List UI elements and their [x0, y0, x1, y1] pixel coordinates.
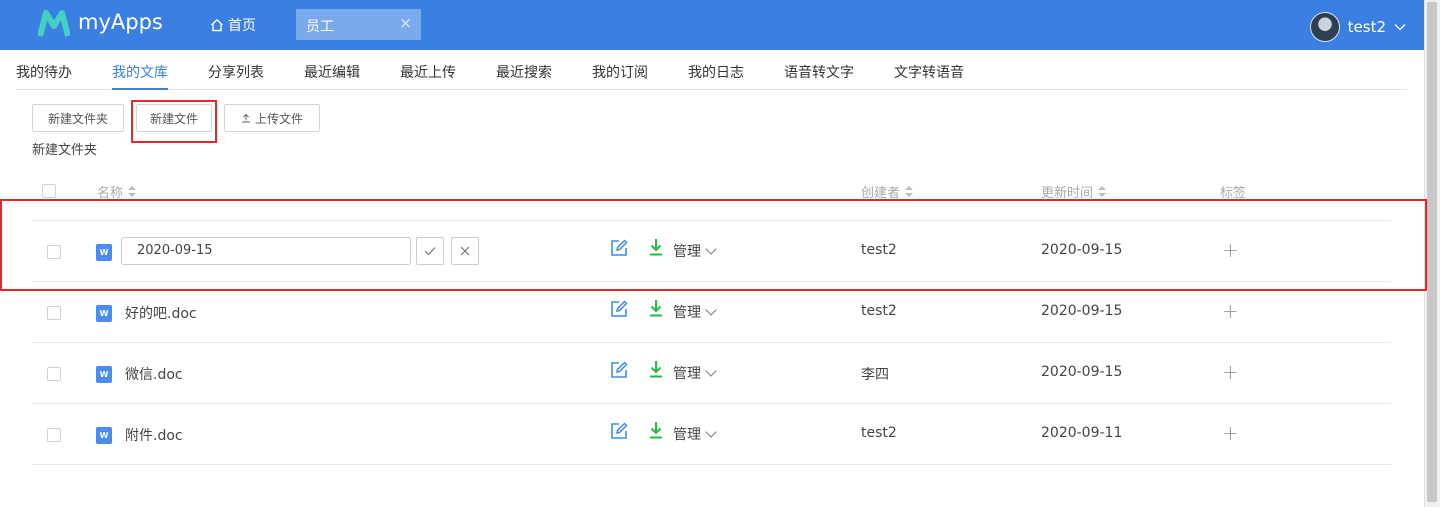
tab-recent-search[interactable]: 最近搜索	[496, 62, 552, 82]
updated-cell: 2020-09-15	[1041, 303, 1123, 319]
close-icon	[460, 246, 470, 256]
new-folder-button[interactable]: 新建文件夹	[32, 104, 124, 132]
download-icon[interactable]	[649, 299, 663, 317]
table-header: 名称 创建者 更新时间 标签	[32, 173, 1391, 221]
updated-cell: 2020-09-15	[1041, 364, 1123, 380]
row-checkbox[interactable]	[47, 245, 61, 259]
confirm-button[interactable]	[416, 237, 444, 265]
file-name[interactable]: 附件.doc	[125, 425, 183, 445]
add-tag-icon[interactable]: +	[1222, 238, 1239, 262]
tab-share-list[interactable]: 分享列表	[208, 62, 264, 82]
new-file-label: 新建文件	[149, 111, 198, 126]
add-tag-icon[interactable]: +	[1222, 360, 1239, 384]
row-checkbox[interactable]	[47, 367, 61, 381]
top-bar: myApps 首页 员工 × test2	[0, 0, 1424, 50]
rename-input[interactable]: 2020-09-15	[121, 237, 411, 265]
tab-speech-to-text[interactable]: 语音转文字	[784, 62, 854, 82]
manage-dropdown[interactable]: 管理	[673, 241, 717, 261]
column-tags-label: 标签	[1220, 186, 1247, 201]
scrollbar-thumb[interactable]	[1427, 2, 1437, 502]
upload-file-label: 上传文件	[254, 111, 303, 126]
file-name[interactable]: 好的吧.doc	[125, 303, 197, 323]
row-checkbox[interactable]	[47, 306, 61, 320]
close-icon[interactable]: ×	[399, 14, 412, 32]
tab-todo[interactable]: 我的待办	[16, 62, 72, 82]
manage-dropdown[interactable]: 管理	[673, 363, 717, 383]
column-updated-label: 更新时间	[1041, 186, 1094, 201]
tab-employee-label: 员工	[306, 19, 334, 35]
scrollbar[interactable]	[1424, 0, 1440, 507]
manage-label: 管理	[673, 427, 701, 443]
manage-dropdown[interactable]: 管理	[673, 424, 717, 444]
table-row[interactable]: W 微信.doc 管理 李四 2020-09-15 +	[32, 343, 1391, 404]
row-checkbox[interactable]	[47, 428, 61, 442]
home-tab-label: 首页	[228, 18, 256, 34]
creator-cell: 李四	[861, 367, 889, 383]
home-tab[interactable]: 首页	[210, 15, 256, 35]
tab-employee[interactable]: 员工 ×	[296, 9, 421, 40]
tab-recent-upload[interactable]: 最近上传	[400, 62, 456, 82]
tab-recent-edit[interactable]: 最近编辑	[304, 62, 360, 82]
add-tag-icon[interactable]: +	[1222, 299, 1239, 323]
manage-label: 管理	[673, 366, 701, 382]
word-doc-icon: W	[96, 366, 112, 383]
updated-cell: 2020-09-11	[1041, 425, 1123, 441]
add-tag-icon[interactable]: +	[1222, 421, 1239, 445]
column-updated[interactable]: 更新时间	[1041, 182, 1107, 201]
avatar	[1309, 12, 1340, 42]
column-name[interactable]: 名称	[97, 182, 137, 201]
word-doc-icon: W	[96, 305, 112, 322]
chevron-down-icon	[705, 364, 717, 377]
home-icon	[211, 18, 223, 32]
table-row[interactable]: W 好的吧.doc 管理 test2 2020-09-15 +	[32, 282, 1391, 343]
download-icon[interactable]	[649, 360, 663, 378]
library-tabs: 我的待办 我的文库 分享列表 最近编辑 最近上传 最近搜索 我的订阅 我的日志 …	[16, 50, 1407, 90]
tab-my-library[interactable]: 我的文库	[112, 62, 168, 90]
download-icon[interactable]	[649, 238, 663, 256]
sort-icon[interactable]	[128, 186, 137, 197]
tab-subscriptions[interactable]: 我的订阅	[592, 62, 648, 82]
updated-cell: 2020-09-15	[1041, 242, 1123, 258]
select-all-checkbox[interactable]	[42, 184, 56, 198]
manage-label: 管理	[673, 305, 701, 321]
chevron-down-icon	[1394, 24, 1406, 31]
new-folder-label: 新建文件夹	[47, 111, 108, 126]
check-icon	[424, 247, 436, 256]
file-name[interactable]: 微信.doc	[125, 364, 183, 384]
column-tags: 标签	[1220, 182, 1246, 201]
new-folder-caption: 新建文件夹	[32, 143, 98, 158]
sort-icon[interactable]	[1098, 186, 1107, 197]
upload-file-button[interactable]: 上传文件	[224, 104, 320, 132]
manage-label: 管理	[673, 244, 701, 260]
download-icon[interactable]	[649, 421, 663, 439]
new-file-button[interactable]: 新建文件	[136, 104, 212, 132]
tab-text-to-speech[interactable]: 文字转语音	[894, 62, 964, 82]
edit-icon[interactable]	[610, 239, 628, 257]
edit-icon[interactable]	[610, 300, 628, 318]
app-name: myApps	[78, 10, 163, 34]
logo-icon	[38, 10, 70, 37]
table-row[interactable]: W 附件.doc 管理 test2 2020-09-11 +	[32, 404, 1391, 465]
column-name-label: 名称	[97, 186, 124, 201]
column-creator-label: 创建者	[861, 186, 901, 201]
column-creator[interactable]: 创建者	[861, 182, 914, 201]
cancel-button[interactable]	[451, 237, 479, 265]
creator-cell: test2	[861, 242, 897, 258]
word-doc-icon: W	[96, 244, 112, 261]
table-row-editing: W 2020-09-15 管理 test2 2020-09-15 +	[32, 221, 1391, 282]
chevron-down-icon	[705, 303, 717, 316]
creator-cell: test2	[861, 303, 897, 319]
sort-icon[interactable]	[905, 186, 914, 197]
edit-icon[interactable]	[610, 361, 628, 379]
upload-icon	[241, 113, 250, 123]
word-doc-icon: W	[96, 427, 112, 444]
chevron-down-icon	[705, 242, 717, 255]
creator-cell: test2	[861, 425, 897, 441]
tab-my-log[interactable]: 我的日志	[688, 62, 744, 82]
edit-icon[interactable]	[610, 422, 628, 440]
chevron-down-icon	[705, 425, 717, 438]
user-menu[interactable]: test2	[1309, 12, 1406, 42]
user-name: test2	[1347, 18, 1386, 36]
manage-dropdown[interactable]: 管理	[673, 302, 717, 322]
